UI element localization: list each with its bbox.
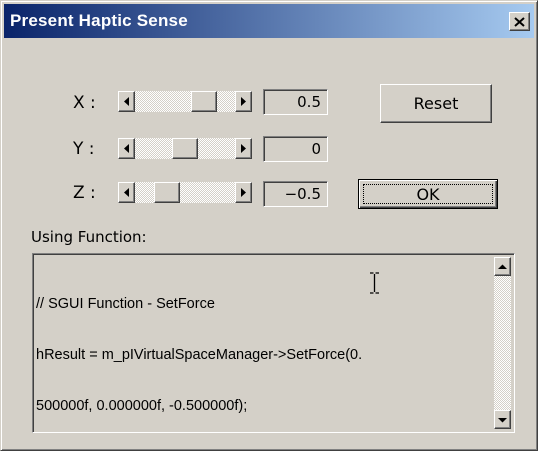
function-code-textarea[interactable]: // SGUI Function - SetForce hResult = m_… (32, 253, 515, 433)
x-slider-thumb[interactable] (190, 91, 217, 112)
vertical-scrollbar[interactable] (494, 257, 511, 429)
code-text[interactable]: // SGUI Function - SetForce hResult = m_… (36, 262, 486, 449)
y-value-field[interactable]: 0 (263, 136, 328, 162)
left-arrow-icon (124, 188, 129, 197)
right-arrow-icon (241, 144, 246, 153)
code-line: // SGUI Function - SetForce (36, 296, 215, 312)
y-slider-thumb[interactable] (172, 138, 198, 159)
right-arrow-icon (241, 97, 246, 106)
code-line: 500000f, 0.000000f, -0.500000f); (36, 398, 248, 414)
z-slider-left-button[interactable] (118, 182, 135, 203)
reset-button[interactable]: Reset (380, 84, 492, 123)
x-label: X : (73, 93, 96, 113)
dialog-window: Present Haptic Sense X : 0.5 Y : 0 Z : −… (0, 0, 538, 451)
scroll-down-button[interactable] (494, 410, 511, 429)
up-arrow-icon (498, 264, 507, 269)
close-x-icon (514, 16, 525, 27)
left-arrow-icon (124, 97, 129, 106)
title-bar[interactable]: Present Haptic Sense (4, 4, 534, 38)
y-label: Y : (73, 139, 95, 159)
z-label: Z : (73, 183, 96, 203)
x-value-field[interactable]: 0.5 (263, 89, 328, 115)
x-slider[interactable] (118, 91, 252, 112)
using-function-label: Using Function: (31, 228, 147, 246)
x-slider-right-button[interactable] (235, 91, 252, 112)
y-slider-left-button[interactable] (118, 138, 135, 159)
focus-rectangle (363, 184, 493, 204)
ok-button[interactable]: OK (358, 179, 498, 209)
left-arrow-icon (124, 144, 129, 153)
text-ibeam-cursor-icon (370, 272, 379, 294)
window-title: Present Haptic Sense (10, 11, 188, 30)
x-slider-left-button[interactable] (118, 91, 135, 112)
z-slider-right-button[interactable] (235, 182, 252, 203)
z-value-field[interactable]: −0.5 (263, 181, 328, 207)
y-slider-right-button[interactable] (235, 138, 252, 159)
z-slider-thumb[interactable] (153, 182, 180, 203)
right-arrow-icon (241, 188, 246, 197)
down-arrow-icon (498, 417, 507, 422)
reset-button-label: Reset (413, 94, 459, 113)
z-slider[interactable] (118, 182, 252, 203)
code-line: hResult = m_pIVirtualSpaceManager->SetFo… (36, 347, 363, 363)
scroll-up-button[interactable] (494, 257, 511, 276)
close-button[interactable] (509, 12, 530, 31)
y-slider[interactable] (118, 138, 252, 159)
